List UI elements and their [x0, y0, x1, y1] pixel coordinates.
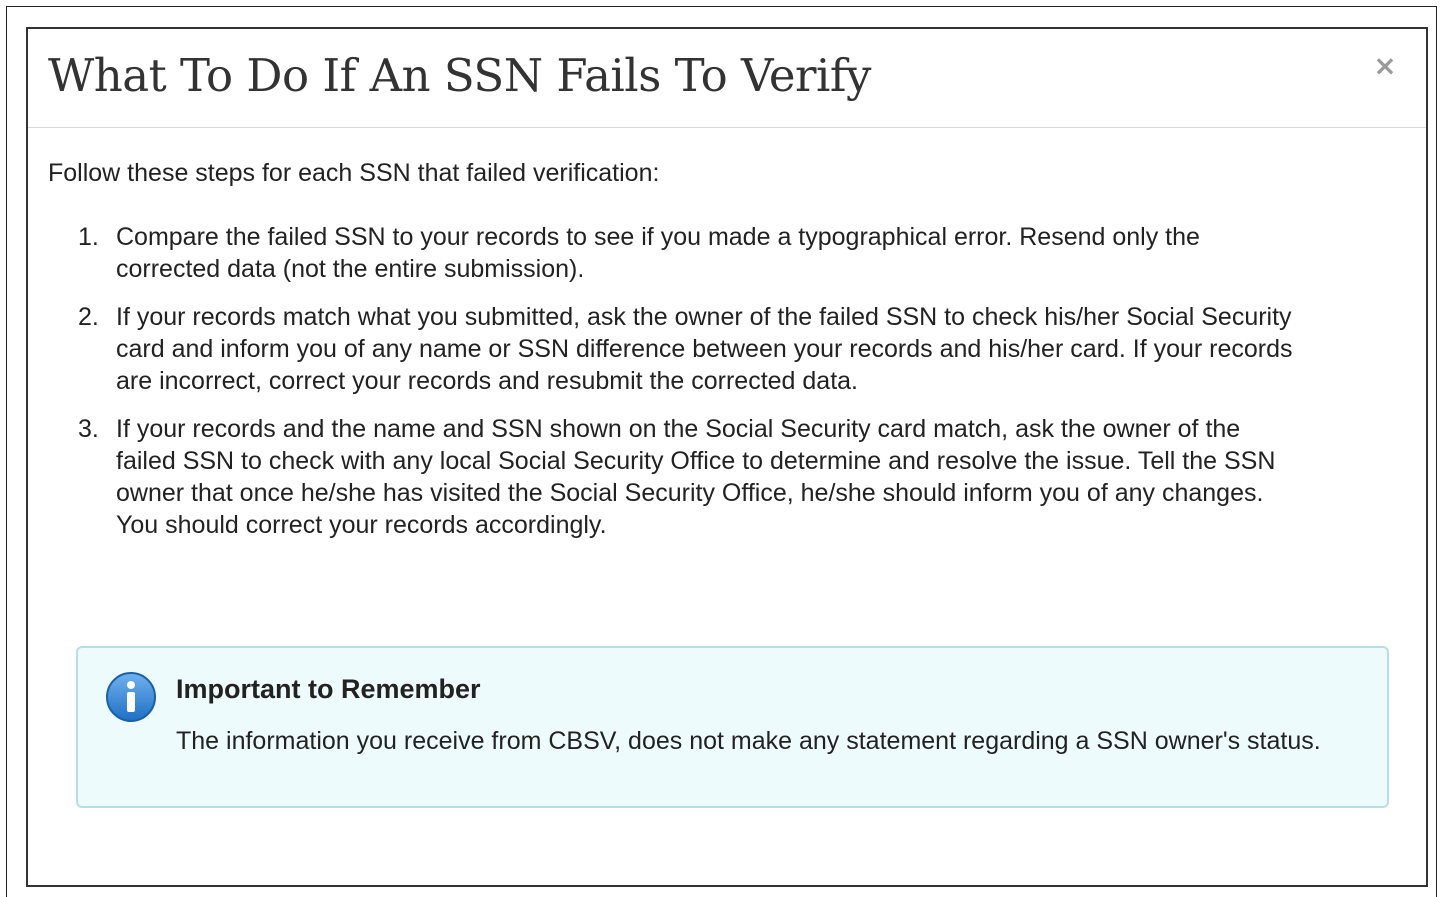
alert-title: Important to Remember — [176, 674, 481, 704]
step-number: 2. — [78, 303, 99, 331]
info-alert: Important to Remember The information yo… — [76, 646, 1389, 808]
alert-text: The information you receive from CBSV, d… — [176, 727, 1321, 755]
list-item: 1. Compare the failed SSN to your record… — [70, 221, 1300, 285]
info-icon — [106, 672, 156, 722]
step-text: If your records and the name and SSN sho… — [116, 415, 1276, 539]
modal-title: What To Do If An SSN Fails To Verify — [48, 49, 871, 102]
list-item: 3. If your records and the name and SSN … — [70, 413, 1300, 541]
modal-dialog: What To Do If An SSN Fails To Verify × F… — [26, 27, 1428, 887]
intro-text: Follow these steps for each SSN that fai… — [48, 159, 660, 187]
close-icon[interactable]: × — [1370, 51, 1400, 81]
modal-header: What To Do If An SSN Fails To Verify × — [28, 29, 1426, 128]
step-number: 1. — [78, 223, 99, 251]
step-text: If your records match what you submitted… — [116, 303, 1293, 395]
step-number: 3. — [78, 415, 99, 443]
step-text: Compare the failed SSN to your records t… — [116, 223, 1200, 283]
list-item: 2. If your records match what you submit… — [70, 301, 1300, 397]
steps-list: 1. Compare the failed SSN to your record… — [70, 221, 1300, 541]
